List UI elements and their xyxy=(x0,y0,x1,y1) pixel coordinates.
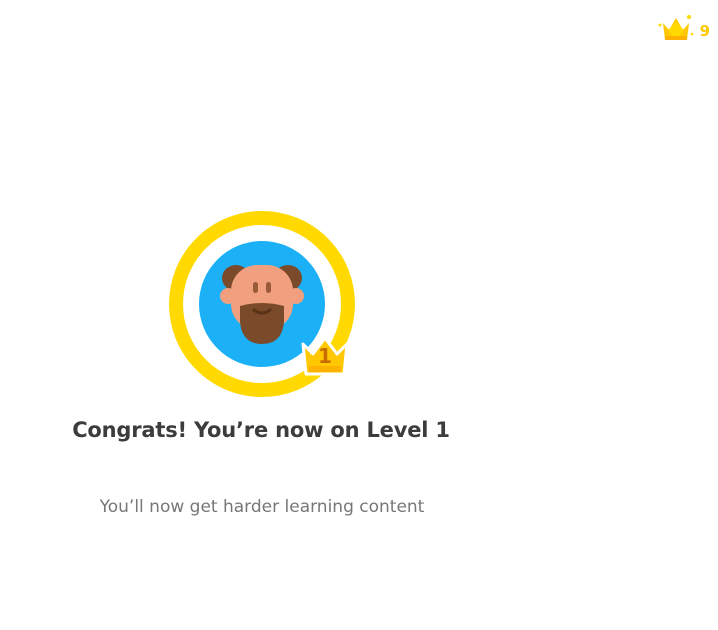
crown-icon xyxy=(656,12,696,50)
level-badge-number: 1 xyxy=(318,344,332,368)
crown-count: 9 xyxy=(699,22,710,40)
page-title: Congrats! You’re now on Level 1 xyxy=(72,418,450,442)
crown-counter[interactable]: 9 xyxy=(656,12,710,50)
page-subtitle: You’ll now get harder learning content xyxy=(99,497,425,517)
level-badge: 1 xyxy=(300,336,350,378)
